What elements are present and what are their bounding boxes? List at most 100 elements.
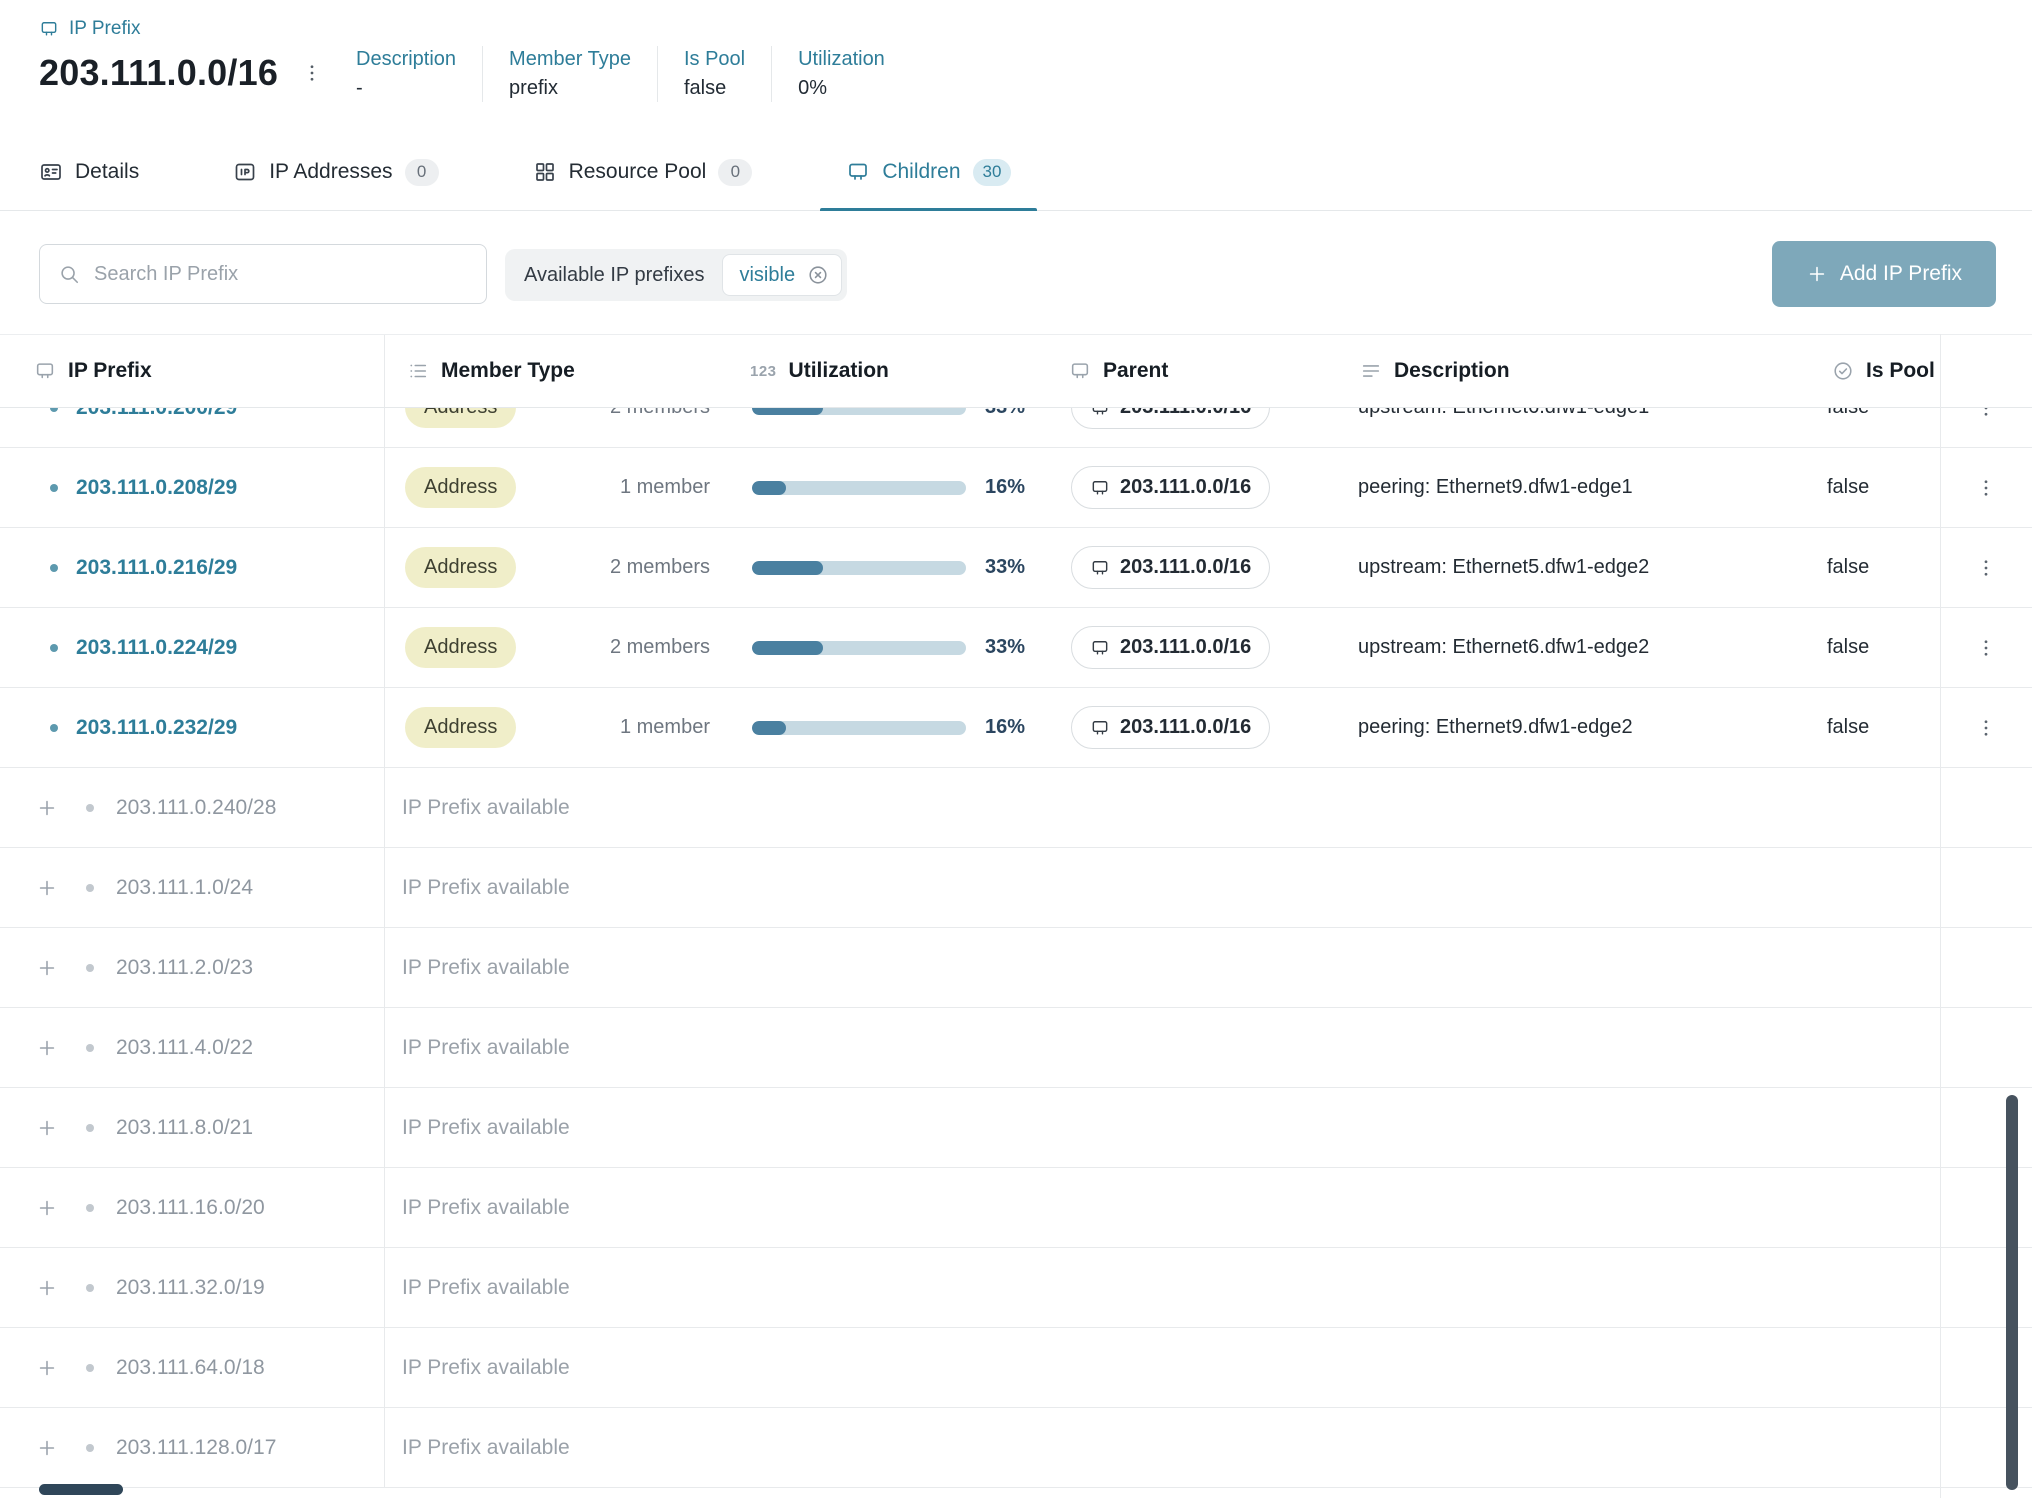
- meta-label: Utilization: [798, 48, 885, 71]
- available-prefix-label: 203.111.64.0/18: [116, 1356, 265, 1380]
- prefix-link[interactable]: 203.111.0.232/29: [76, 716, 237, 740]
- tabs: Details IP Addresses 0 Resource Pool 0 C…: [0, 134, 2032, 211]
- prefix-link[interactable]: 203.111.0.224/29: [76, 636, 237, 660]
- column-divider: [1940, 334, 1941, 1498]
- text-lines-icon: [1360, 360, 1382, 382]
- grid-icon: [533, 160, 557, 184]
- kebab-icon: [1975, 477, 1997, 499]
- parent-label: 203.111.0.0/16: [1120, 716, 1251, 739]
- utilization-bar: [752, 561, 966, 575]
- search-icon: [58, 263, 80, 285]
- bullet-icon: [86, 1124, 94, 1132]
- add-available-prefix-button[interactable]: [32, 1353, 62, 1383]
- is-pool-cell: false: [1810, 476, 1940, 499]
- tab-badge: 0: [718, 159, 752, 186]
- add-available-prefix-button[interactable]: [32, 1273, 62, 1303]
- utilization-bar-fill: [752, 481, 786, 495]
- bullet-icon: [86, 1444, 94, 1452]
- table-row-available: 203.111.0.240/28 IP Prefix available: [0, 768, 2032, 848]
- bullet-icon: [86, 964, 94, 972]
- member-type-badge: Address: [405, 467, 516, 508]
- search-box: [39, 244, 487, 304]
- member-type-badge: Address: [405, 547, 516, 588]
- tab-badge: 0: [405, 159, 439, 186]
- table-row-available: 203.111.4.0/22 IP Prefix available: [0, 1008, 2032, 1088]
- prefix-link[interactable]: 203.111.0.208/29: [76, 476, 237, 500]
- meta-item: Is Pool false: [657, 46, 771, 102]
- row-actions-button[interactable]: [1967, 549, 2005, 587]
- utilization-value: 33%: [985, 556, 1025, 579]
- utilization-value: 16%: [985, 716, 1025, 739]
- prefix-icon: [1069, 360, 1091, 382]
- tab-details[interactable]: Details: [13, 134, 165, 210]
- add-available-prefix-button[interactable]: [32, 873, 62, 903]
- row-actions-button[interactable]: [1967, 709, 2005, 747]
- meta-value: false: [684, 77, 745, 100]
- table-row-available: 203.111.128.0/17 IP Prefix available: [0, 1408, 2032, 1488]
- add-available-prefix-button[interactable]: [32, 1433, 62, 1463]
- add-available-prefix-button[interactable]: [32, 1033, 62, 1063]
- card-icon: [39, 160, 63, 184]
- column-header-member-type: Member Type: [385, 335, 728, 407]
- add-ip-prefix-button[interactable]: Add IP Prefix: [1772, 241, 1996, 307]
- kebab-icon: [1975, 637, 1997, 659]
- tab-ip-addresses[interactable]: IP Addresses 0: [207, 134, 464, 210]
- meta-item: Description -: [356, 46, 482, 102]
- description-cell: peering: Ethernet9.dfw1-edge2: [1338, 716, 1810, 739]
- breadcrumb[interactable]: IP Prefix: [39, 18, 140, 40]
- plus-icon: [36, 957, 58, 979]
- table-row: 203.111.0.208/29 Address 1 member 16% 20…: [0, 448, 2032, 528]
- utilization-bar-fill: [752, 721, 786, 735]
- title-row: 203.111.0.0/16: [39, 52, 330, 94]
- search-input[interactable]: [94, 263, 468, 286]
- available-label: IP Prefix available: [385, 928, 2032, 1007]
- vertical-scrollbar-thumb[interactable]: [2006, 1095, 2018, 1490]
- row-actions-button[interactable]: [1967, 469, 2005, 507]
- plus-icon: [36, 877, 58, 899]
- prefix-icon: [846, 160, 870, 184]
- available-label: IP Prefix available: [385, 1248, 2032, 1327]
- column-header-actions: [1940, 335, 2032, 407]
- description-cell: upstream: Ethernet6.dfw1-edge2: [1338, 636, 1810, 659]
- tab-label: IP Addresses: [269, 160, 392, 184]
- tab-children[interactable]: Children 30: [820, 134, 1037, 210]
- add-available-prefix-button[interactable]: [32, 1113, 62, 1143]
- add-ip-prefix-label: Add IP Prefix: [1840, 262, 1962, 286]
- add-available-prefix-button[interactable]: [32, 1193, 62, 1223]
- prefix-meta: Description - Member Type prefix Is Pool…: [356, 46, 911, 102]
- remove-filter-button[interactable]: [807, 264, 829, 286]
- parent-label: 203.111.0.0/16: [1120, 636, 1251, 659]
- tab-resource-pool[interactable]: Resource Pool 0: [507, 134, 779, 210]
- parent-link[interactable]: 203.111.0.0/16: [1071, 546, 1270, 589]
- parent-link[interactable]: 203.111.0.0/16: [1071, 466, 1270, 509]
- meta-value: 0%: [798, 77, 885, 100]
- parent-link[interactable]: 203.111.0.0/16: [1071, 706, 1270, 749]
- horizontal-scrollbar-thumb[interactable]: [39, 1484, 123, 1495]
- title-menu-button[interactable]: [294, 55, 330, 91]
- meta-value: -: [356, 77, 456, 100]
- available-prefix-label: 203.111.1.0/24: [116, 876, 253, 900]
- plus-icon: [36, 1037, 58, 1059]
- filter-chip-value: visible: [739, 264, 795, 287]
- available-label: IP Prefix available: [385, 768, 2032, 847]
- description-cell: peering: Ethernet9.dfw1-edge1: [1338, 476, 1810, 499]
- prefix-link[interactable]: 203.111.0.216/29: [76, 556, 237, 580]
- available-prefix-label: 203.111.4.0/22: [116, 1036, 253, 1060]
- plus-icon: [36, 1357, 58, 1379]
- table-body: 203.111.0.200/29 Address 2 members 33% 2…: [0, 334, 2032, 1488]
- prefix-icon: [1090, 558, 1110, 578]
- add-available-prefix-button[interactable]: [32, 953, 62, 983]
- row-actions-button[interactable]: [1967, 629, 2005, 667]
- plus-icon: [36, 1117, 58, 1139]
- check-circle-icon: [1832, 360, 1854, 382]
- available-label: IP Prefix available: [385, 1168, 2032, 1247]
- available-prefix-label: 203.111.128.0/17: [116, 1436, 276, 1460]
- column-header-is-pool: Is Pool: [1810, 335, 1940, 407]
- parent-link[interactable]: 203.111.0.0/16: [1071, 626, 1270, 669]
- table-row-available: 203.111.16.0/20 IP Prefix available: [0, 1168, 2032, 1248]
- add-available-prefix-button[interactable]: [32, 793, 62, 823]
- prefix-icon: [39, 19, 59, 39]
- table-row: 203.111.0.224/29 Address 2 members 33% 2…: [0, 608, 2032, 688]
- table-row: 203.111.0.216/29 Address 2 members 33% 2…: [0, 528, 2032, 608]
- available-prefix-label: 203.111.32.0/19: [116, 1276, 265, 1300]
